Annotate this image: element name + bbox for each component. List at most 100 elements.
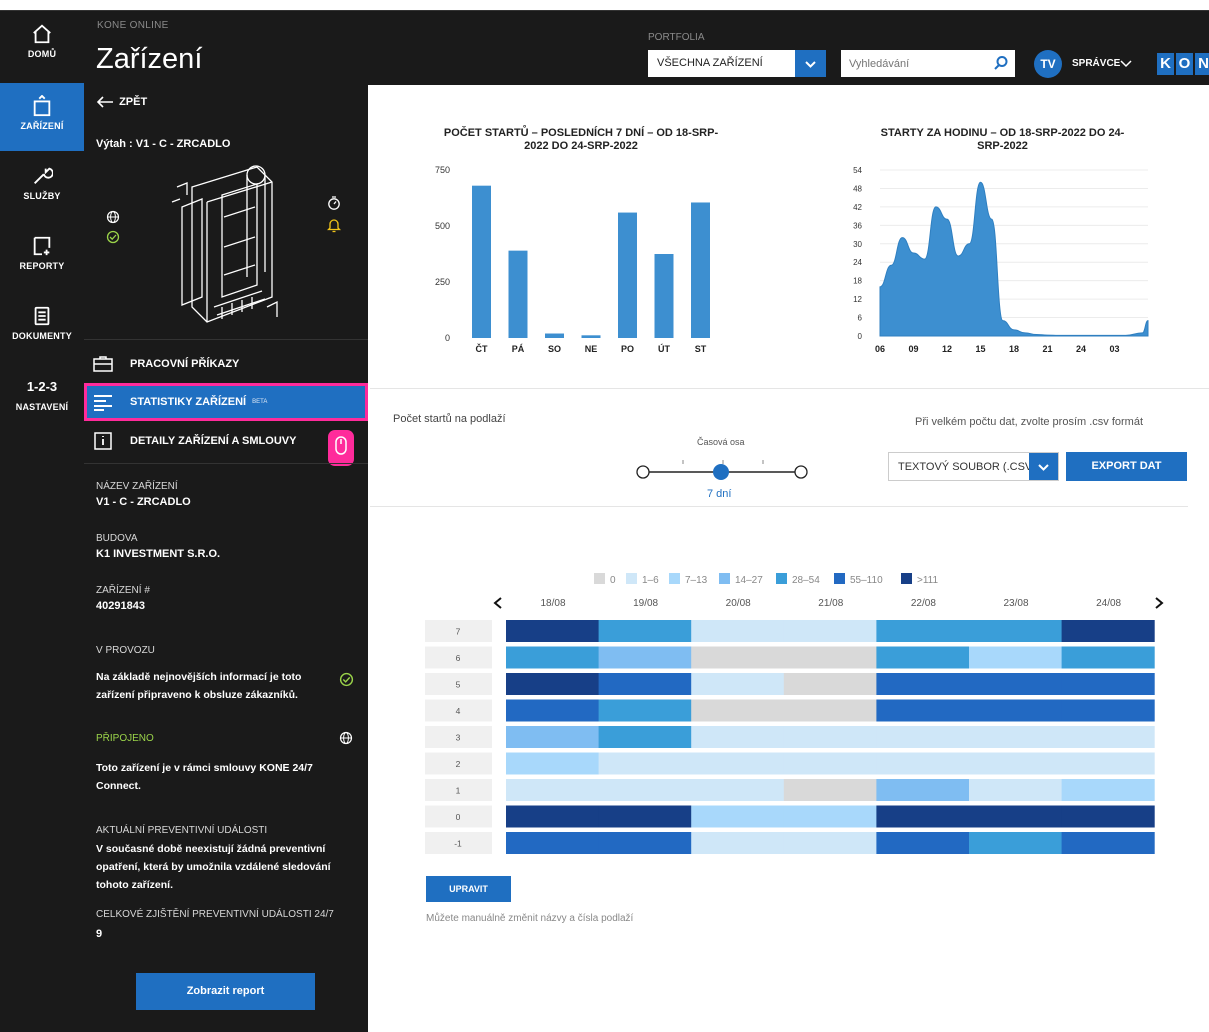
back-label: ZPĚT — [119, 96, 148, 108]
edit-floors-button[interactable]: UPRAVIT — [426, 876, 511, 902]
user-role[interactable]: SPRÁVCE — [1072, 58, 1120, 69]
heatmap-cell — [876, 805, 970, 828]
beta-badge: BETA — [252, 399, 268, 405]
main-nav: DOMŮ ZAŘÍZENÍ SLUŽBY REPORTY DOKUMENTY 1… — [0, 11, 84, 1032]
portfolio-select[interactable]: VŠECHNA ZAŘÍZENÍ — [648, 50, 826, 77]
format-select[interactable]: TEXTOVÝ SOUBOR (.CSV) — [888, 452, 1059, 481]
x-tick-label: 15 — [975, 344, 985, 354]
area-chart: 06121824303642485406 09 12 15 18 21 24 03 — [853, 166, 1149, 354]
chevron-right-icon[interactable] — [1153, 596, 1165, 610]
export-data-button[interactable]: EXPORT DAT — [1066, 452, 1187, 481]
heatmap-cell — [1061, 805, 1155, 828]
heatmap-cell — [1061, 779, 1155, 801]
nav-label: DOKUMENTY — [12, 331, 72, 341]
list-icon — [94, 395, 112, 411]
bar — [691, 202, 710, 338]
slider-start-handle[interactable] — [636, 465, 650, 479]
show-report-button[interactable]: Zobrazit report — [136, 973, 315, 1010]
nav-label: SLUŽBY — [23, 191, 61, 201]
heatmap-cell — [876, 699, 970, 722]
floor-starts-label: Počet startů na podlaží — [393, 413, 506, 425]
avatar[interactable]: TV — [1034, 50, 1062, 78]
heatmap-cell — [691, 832, 785, 854]
elevator-illustration — [171, 165, 278, 323]
arrow-left-icon — [96, 96, 113, 108]
menu-work-orders[interactable]: PRACOVNÍ PŘÍKAZY — [84, 345, 368, 383]
heatmap-cell — [783, 646, 877, 669]
timeline-label: Časová osa — [697, 437, 745, 447]
x-tick-label: 03 — [1109, 344, 1119, 354]
nav-label: NASTAVENÍ — [15, 402, 69, 412]
elevator-icon — [33, 95, 51, 117]
search-icon[interactable] — [993, 55, 1009, 71]
y-tick-label: 24 — [853, 258, 862, 267]
nav-item-reports[interactable]: REPORTY — [0, 223, 84, 291]
nav-item-documents[interactable]: DOKUMENTY — [0, 293, 84, 361]
legend-label: 1–6 — [642, 575, 659, 586]
portfolio-dropdown-button[interactable] — [795, 50, 826, 77]
y-tick-label: 42 — [853, 203, 862, 212]
lift-name: Výtah : V1 - C - ZRCADLO — [96, 138, 231, 150]
back-link[interactable]: ZPĚT — [96, 95, 147, 109]
format-value: TEXTOVÝ SOUBOR (.CSV) — [898, 461, 1036, 473]
heatmap-cell — [876, 673, 970, 695]
x-tick-label: 21 — [1042, 344, 1052, 354]
heatmap-cell — [691, 646, 785, 669]
timeline-slider[interactable] — [635, 455, 810, 485]
floor-label: 2 — [456, 759, 461, 769]
kone-logo: K O N E — [1157, 53, 1209, 75]
floor-label: 0 — [456, 812, 461, 822]
legend-item: 1–6 — [626, 573, 659, 586]
search-box[interactable] — [841, 50, 1015, 77]
area-chart-title: STARTY ZA HODINU – OD 18-SRP-2022 DO 24-… — [880, 127, 1125, 152]
nav-item-devices[interactable]: ZAŘÍZENÍ — [0, 83, 84, 151]
chevron-down-icon — [805, 61, 816, 68]
device-panel: ZPĚT Výtah : V1 - C - ZRCADLO PRACOVNÍ P… — [84, 85, 368, 1032]
heatmap-cell — [506, 752, 600, 775]
y-tick-label: 54 — [853, 166, 862, 175]
floor-label: 1 — [456, 786, 461, 796]
bar — [508, 250, 528, 338]
floor-label: 5 — [456, 680, 461, 690]
top-header: KONE ONLINE Zařízení PORTFOLIA VŠECHNA Z… — [84, 11, 1209, 85]
chevron-down-icon[interactable] — [1120, 58, 1132, 68]
nav-item-services[interactable]: SLUŽBY — [0, 153, 84, 221]
x-tick-label: 12 — [942, 344, 952, 354]
heatmap-cell — [506, 620, 600, 642]
heatmap-cell — [598, 805, 692, 828]
chevron-left-icon[interactable] — [492, 596, 504, 610]
heatmap-cell — [1061, 673, 1155, 695]
info-icon — [94, 432, 112, 450]
nav-item-home[interactable]: DOMŮ — [0, 11, 84, 79]
heatmap-cell — [969, 646, 1063, 669]
heatmap-cell — [783, 673, 877, 695]
bar — [654, 254, 674, 338]
heatmap-cell — [691, 779, 785, 801]
search-input[interactable] — [849, 56, 979, 72]
nav-item-settings[interactable]: 1-2-3 NASTAVENÍ — [0, 363, 84, 431]
y-tick-label: 6 — [858, 314, 863, 323]
menu-statistics[interactable]: STATISTIKY ZAŘÍZENÍ BETA — [84, 383, 368, 421]
bell-icon — [327, 219, 341, 233]
slider-end-handle[interactable] — [794, 465, 808, 479]
heatmap-cell — [1061, 752, 1155, 775]
y-tick-label: 750 — [435, 165, 450, 175]
slider-thumb[interactable] — [713, 464, 729, 480]
y-tick-label: 30 — [853, 240, 862, 249]
briefcase-icon — [93, 356, 113, 372]
heatmap-cell — [969, 699, 1063, 722]
legend-label: >111 — [917, 575, 939, 586]
menu-label: PRACOVNÍ PŘÍKAZY — [130, 358, 240, 370]
portfolio-label: PORTFOLIA — [648, 32, 705, 43]
format-dropdown-button[interactable] — [1029, 453, 1058, 480]
y-tick-label: 0 — [445, 333, 450, 343]
logo-letter: N — [1195, 53, 1209, 75]
heatmap-cell — [1061, 699, 1155, 722]
heatmap-cell — [783, 726, 877, 748]
brand-name: KONE ONLINE — [97, 20, 169, 31]
heatmap-cell — [783, 832, 877, 854]
total-preventive-value: 9 — [96, 928, 103, 940]
heatmap-cell — [969, 779, 1063, 801]
heatmap-cell — [598, 832, 692, 854]
menu-details[interactable]: DETAILY ZAŘÍZENÍ A SMLOUVY — [84, 422, 368, 460]
